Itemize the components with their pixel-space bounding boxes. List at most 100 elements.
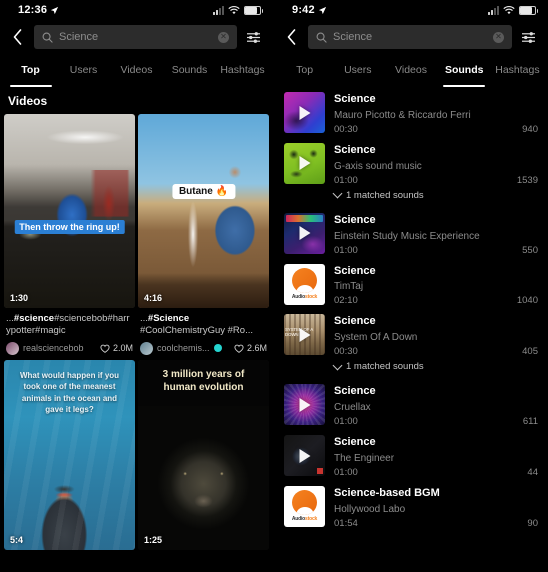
sound-usage-count: 90 bbox=[527, 517, 538, 529]
tab-videos-right[interactable]: Videos bbox=[384, 56, 437, 84]
sound-list-item[interactable]: Audiostock Science-based BGM Hollywood L… bbox=[274, 480, 548, 531]
chevron-down-icon bbox=[332, 360, 343, 371]
sound-author: G-axis sound music bbox=[334, 160, 422, 172]
tab-sounds-right[interactable]: Sounds bbox=[438, 56, 491, 87]
video-thumbnail[interactable]: Butane 🔥 4:16 bbox=[138, 114, 269, 308]
play-triangle-icon[interactable] bbox=[299, 156, 310, 171]
sound-author: System Of A Down bbox=[334, 332, 418, 344]
tab-hashtags-left[interactable]: Hashtags bbox=[216, 56, 269, 84]
tab-videos-left[interactable]: Videos bbox=[110, 56, 163, 84]
status-icons-right bbox=[488, 5, 538, 15]
video-overlay-text: 3 million years of human evolution bbox=[162, 368, 245, 393]
sound-list-item[interactable]: Science The Engineer 01:00 44 bbox=[274, 429, 548, 480]
filter-button-left[interactable] bbox=[243, 26, 263, 48]
dual-screenshot-root: 12:36 Science ✕ Top Users Videos Sounds … bbox=[0, 0, 548, 572]
sound-info: Science Einstein Study Music Experience … bbox=[334, 213, 538, 256]
heart-icon bbox=[100, 344, 110, 353]
tab-hashtags-right[interactable]: Hashtags bbox=[491, 56, 544, 84]
play-triangle-icon[interactable] bbox=[299, 448, 310, 463]
play-triangle-icon[interactable] bbox=[299, 397, 310, 412]
avatar[interactable] bbox=[6, 341, 19, 355]
tab-label: Users bbox=[344, 64, 372, 76]
back-button-right[interactable] bbox=[280, 24, 302, 50]
caption-hashtag-primary[interactable]: #science bbox=[14, 313, 54, 324]
sound-cover[interactable] bbox=[284, 384, 325, 426]
right-phone-screen: 9:42 Science ✕ Top Users Videos Sounds H… bbox=[274, 0, 548, 572]
tab-top-left[interactable]: Top bbox=[4, 56, 57, 87]
sound-title: Science-based BGM bbox=[334, 486, 440, 499]
play-triangle-icon[interactable] bbox=[299, 105, 310, 120]
sound-list-item[interactable]: Science Mauro Picotto & Riccardo Ferri 0… bbox=[274, 86, 548, 137]
sound-list-item[interactable]: Science G-axis sound music 01:00 1539 bbox=[274, 137, 548, 188]
search-input-right[interactable]: Science ✕ bbox=[308, 25, 512, 49]
video-card[interactable]: Butane 🔥 4:16 ...#Science #CoolChemistryG… bbox=[138, 114, 269, 357]
tab-users-left[interactable]: Users bbox=[57, 56, 110, 84]
status-time-left: 12:36 bbox=[18, 4, 59, 16]
sound-cover[interactable] bbox=[284, 435, 325, 477]
video-card[interactable]: 3 million years of human evolution 1:25 bbox=[138, 359, 269, 550]
sound-title: Science bbox=[334, 315, 376, 328]
clear-icon[interactable]: ✕ bbox=[493, 31, 504, 43]
sound-info: Science-based BGM Hollywood Labo 01:54 9… bbox=[334, 486, 538, 529]
sound-duration: 01:00 bbox=[334, 466, 358, 478]
sound-list-item[interactable]: Science Einstein Study Music Experience … bbox=[274, 207, 548, 258]
tab-sounds-left[interactable]: Sounds bbox=[163, 56, 216, 84]
sound-cover[interactable] bbox=[284, 212, 325, 254]
status-time-text-left: 12:36 bbox=[18, 4, 48, 16]
video-thumbnail[interactable]: 3 million years of human evolution 1:25 bbox=[138, 359, 269, 550]
sound-cover[interactable]: Audiostock bbox=[284, 263, 325, 305]
sound-info: Science The Engineer 01:00 44 bbox=[334, 435, 538, 478]
sound-list-item[interactable]: Audiostock Science TimTaj 02:10 1040 bbox=[274, 258, 548, 309]
tab-top-right[interactable]: Top bbox=[278, 56, 331, 84]
avatar[interactable] bbox=[140, 341, 153, 355]
search-bar-left: Science ✕ bbox=[0, 20, 273, 56]
back-button-left[interactable] bbox=[6, 24, 28, 50]
sound-cover[interactable]: SYSTEM OF A DOWN bbox=[284, 314, 325, 356]
battery-icon bbox=[519, 5, 538, 15]
play-triangle-icon[interactable] bbox=[299, 327, 310, 342]
sound-duration: 00:30 bbox=[334, 123, 358, 135]
tab-label: Hashtags bbox=[220, 64, 265, 76]
sound-cover[interactable] bbox=[284, 92, 325, 133]
video-author-row: coolchemis... 2.6M bbox=[140, 341, 267, 355]
tab-label: Videos bbox=[395, 64, 427, 76]
sound-stats-row: 02:10 1040 bbox=[334, 295, 538, 306]
sound-info: Science Cruellax 01:00 611 bbox=[334, 384, 538, 427]
search-input-left[interactable]: Science ✕ bbox=[34, 25, 237, 49]
sound-usage-count: 44 bbox=[527, 466, 538, 478]
caption-hashtag-primary[interactable]: #Science bbox=[148, 313, 189, 324]
video-meta: ...#science#sciencebob#harrypotter#magic… bbox=[4, 308, 135, 357]
sound-usage-count: 611 bbox=[522, 416, 538, 428]
video-card[interactable]: What would happen if you took one of the… bbox=[4, 359, 135, 550]
sound-cover[interactable]: Audiostock bbox=[284, 485, 325, 527]
sound-usage-count: 550 bbox=[522, 244, 538, 256]
location-arrow-icon bbox=[318, 6, 326, 14]
video-thumbnail[interactable]: What would happen if you took one of the… bbox=[4, 359, 135, 550]
video-author-row: realsciencebob 2.0M bbox=[6, 341, 133, 355]
video-card[interactable]: Then throw the ring up! 1:30 ...#science… bbox=[4, 114, 135, 357]
video-like-count-group: 2.6M bbox=[234, 343, 267, 353]
video-username[interactable]: realsciencebob bbox=[23, 343, 84, 353]
play-triangle-icon[interactable] bbox=[299, 226, 310, 241]
tab-label: Users bbox=[69, 64, 98, 76]
sound-duration: 01:00 bbox=[334, 416, 358, 428]
cellular-signal-icon bbox=[213, 5, 224, 15]
status-bar-right: 9:42 bbox=[274, 0, 548, 20]
sound-cover[interactable] bbox=[284, 142, 325, 184]
audiostock-wordmark: Audiostock bbox=[291, 294, 318, 301]
matched-sounds-toggle[interactable]: 1 matched sounds bbox=[274, 359, 548, 378]
search-tabs-right: Top Users Videos Sounds Hashtags bbox=[274, 56, 548, 87]
sound-list-item[interactable]: Science Cruellax 01:00 611 bbox=[274, 378, 548, 429]
clear-icon[interactable]: ✕ bbox=[218, 31, 229, 43]
matched-sounds-toggle[interactable]: 1 matched sounds bbox=[274, 188, 548, 207]
video-thumbnail[interactable]: Then throw the ring up! 1:30 bbox=[4, 114, 135, 308]
wifi-icon bbox=[228, 5, 240, 14]
sound-list-item[interactable]: SYSTEM OF A DOWN Science System Of A Dow… bbox=[274, 308, 548, 359]
video-username[interactable]: coolchemis... bbox=[157, 343, 210, 353]
sound-info: Science System Of A Down 00:30 405 bbox=[334, 314, 538, 357]
filter-button-right[interactable] bbox=[518, 26, 538, 48]
sound-stats-row: 00:30 405 bbox=[334, 346, 538, 357]
filter-sliders-icon bbox=[246, 31, 260, 43]
caption-prefix: ... bbox=[6, 313, 14, 324]
tab-users-right[interactable]: Users bbox=[331, 56, 384, 84]
